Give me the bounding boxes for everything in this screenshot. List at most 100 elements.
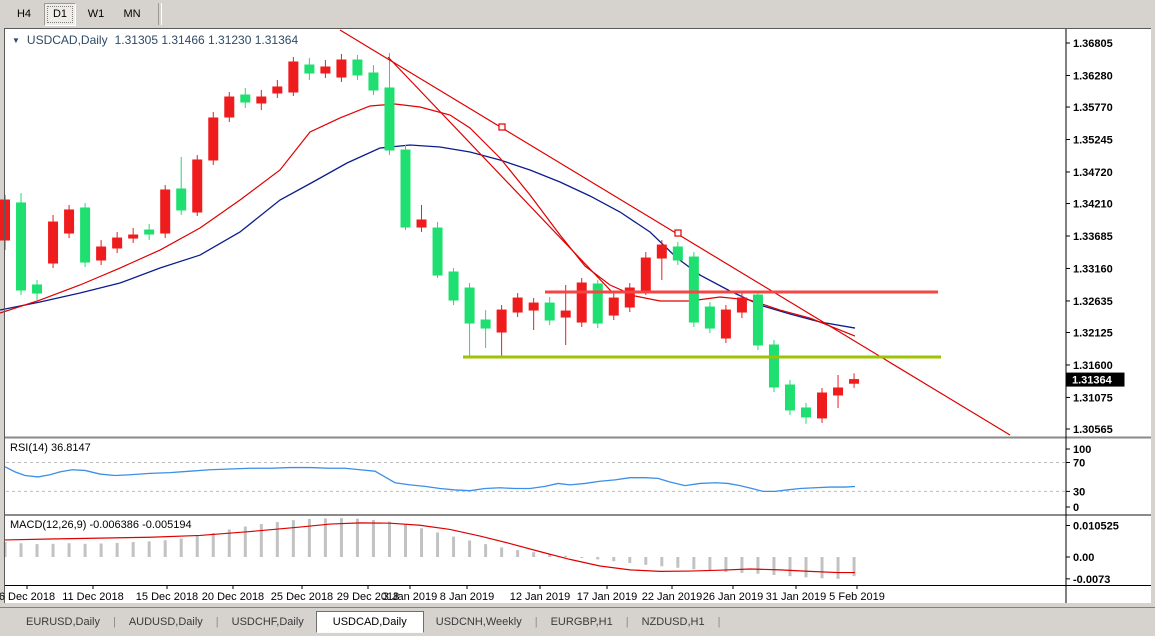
chart-title: ▼ USDCAD,Daily 1.31305 1.31466 1.31230 1.3… <box>12 33 298 47</box>
macd-histogram-bar <box>612 557 615 561</box>
timeframe-button-mn[interactable]: MN <box>116 3 148 26</box>
macd-histogram-bar <box>564 556 567 557</box>
price-tick-label: 1.36280 <box>1073 70 1113 82</box>
macd-histogram-bar <box>692 557 695 569</box>
macd-histogram-bar <box>196 536 199 557</box>
candle <box>209 112 218 165</box>
price-tick-label: 1.31600 <box>1073 360 1113 372</box>
date-tick-label: 26 Jan 2019 <box>703 591 764 603</box>
macd-histogram-bar <box>260 524 263 557</box>
macd-histogram-bar <box>756 557 759 574</box>
date-tick-label: 15 Dec 2018 <box>136 591 198 603</box>
tab-nzdusd-h1[interactable]: NZDUSD,H1 <box>630 612 717 632</box>
macd-tick-label: 0.010525 <box>1073 520 1119 532</box>
price-tick-label: 1.30565 <box>1073 424 1113 436</box>
price-tick-label: 1.36805 <box>1073 38 1113 50</box>
macd-histogram-bar <box>500 547 503 557</box>
macd-histogram-bar <box>276 522 279 557</box>
macd-histogram-bar <box>212 533 215 557</box>
macd-histogram-bar <box>372 520 375 557</box>
date-tick-label: 31 Jan 2019 <box>766 591 827 603</box>
macd-histogram-bar <box>452 537 455 557</box>
candle <box>593 280 602 328</box>
trendline-handle[interactable] <box>499 124 505 130</box>
macd-tick-label: -0.0073 <box>1073 574 1110 586</box>
application-window: { "toolbar": { "buttons": [ {"label": "H… <box>0 0 1155 636</box>
macd-histogram-bar <box>244 526 247 557</box>
candle <box>577 278 586 327</box>
macd-histogram-bar <box>308 519 311 557</box>
price-tick-label: 1.33685 <box>1073 231 1113 243</box>
timeframe-button-w1[interactable]: W1 <box>80 3 112 26</box>
macd-histogram-bar <box>580 557 583 558</box>
trendline-handle[interactable] <box>675 230 681 236</box>
tab-usdcad-daily[interactable]: USDCAD,Daily <box>316 611 424 633</box>
chart-symbol-label: USDCAD,Daily <box>27 33 108 47</box>
macd-histogram-bar <box>116 543 119 557</box>
candle <box>161 185 170 238</box>
price-tick-label: 1.32635 <box>1073 296 1113 308</box>
price-tick-label: 1.35770 <box>1073 102 1113 114</box>
candle <box>769 340 778 392</box>
price-tick-label: 1.31075 <box>1073 392 1113 404</box>
symbol-tab-bar: EURUSD,Daily|AUDUSD,Daily|USDCHF,DailyUS… <box>0 607 1155 636</box>
chart-canvas[interactable]: 1.368051.362801.357701.352451.347201.342… <box>0 28 1155 636</box>
date-tick-label: 8 Jan 2019 <box>440 591 494 603</box>
candle <box>49 215 58 268</box>
macd-histogram-bar <box>596 557 599 559</box>
candle <box>65 205 74 238</box>
date-tick-label: 22 Jan 2019 <box>642 591 703 603</box>
candle <box>705 302 714 333</box>
price-tick-label: 1.32125 <box>1073 328 1113 340</box>
current-price-label: 1.31364 <box>1072 375 1113 387</box>
timeframe-toolbar: H4D1W1MN <box>0 0 1155 28</box>
tab-audusd-daily[interactable]: AUDUSD,Daily <box>117 612 215 632</box>
macd-histogram-bar <box>532 552 535 557</box>
macd-histogram-bar <box>772 557 775 575</box>
macd-histogram-bar <box>404 525 407 557</box>
rsi-indicator-label: RSI(14) 36.8147 <box>10 442 91 454</box>
macd-histogram-bar <box>132 542 135 557</box>
macd-histogram-bar <box>356 519 359 557</box>
macd-histogram-bar <box>292 520 295 557</box>
timeframe-button-d1[interactable]: D1 <box>44 3 76 26</box>
chart-ohlc-values: 1.31305 1.31466 1.31230 1.31364 <box>115 33 299 47</box>
price-tick-label: 1.33160 <box>1073 263 1113 275</box>
candle <box>689 252 698 327</box>
date-tick-label: 6 Dec 2018 <box>0 591 55 603</box>
macd-histogram-bar <box>436 532 439 557</box>
candle <box>818 388 827 423</box>
macd-histogram-bar <box>468 541 471 557</box>
candle <box>753 292 762 350</box>
macd-histogram-bar <box>388 522 391 557</box>
rsi-tick-label: 70 <box>1073 458 1085 470</box>
toolbar-separator <box>158 3 162 25</box>
date-tick-label: 11 Dec 2018 <box>62 591 124 603</box>
date-tick-label: 25 Dec 2018 <box>271 591 333 603</box>
timeframe-button-h4[interactable]: H4 <box>8 3 40 26</box>
tab-usdchf-daily[interactable]: USDCHF,Daily <box>220 612 316 632</box>
tab-eurusd-daily[interactable]: EURUSD,Daily <box>14 612 112 632</box>
macd-histogram-bar <box>52 544 55 557</box>
rsi-tick-label: 100 <box>1073 444 1091 456</box>
tab-eurgbp-h1[interactable]: EURGBP,H1 <box>539 612 625 632</box>
symbol-dropdown-arrow-icon[interactable]: ▼ <box>12 36 20 45</box>
macd-histogram-bar <box>660 557 663 566</box>
rsi-tick-label: 0 <box>1073 502 1079 514</box>
candle <box>433 222 442 278</box>
macd-histogram-bar <box>788 557 791 576</box>
tab-usdcnh-weekly[interactable]: USDCNH,Weekly <box>424 612 534 632</box>
chart-window: 1.368051.362801.357701.352451.347201.342… <box>0 28 1155 607</box>
macd-tick-label: 0.00 <box>1073 552 1094 564</box>
macd-histogram-bar <box>36 544 39 557</box>
macd-histogram-bar <box>708 557 711 571</box>
macd-histogram-bar <box>420 528 423 557</box>
macd-histogram-bar <box>484 544 487 557</box>
candle <box>785 380 794 415</box>
macd-histogram-bar <box>164 540 167 557</box>
candle <box>449 268 458 305</box>
date-tick-label: 12 Jan 2019 <box>510 591 571 603</box>
candle <box>401 145 410 230</box>
candle <box>81 203 90 267</box>
macd-histogram-bar <box>805 557 808 577</box>
